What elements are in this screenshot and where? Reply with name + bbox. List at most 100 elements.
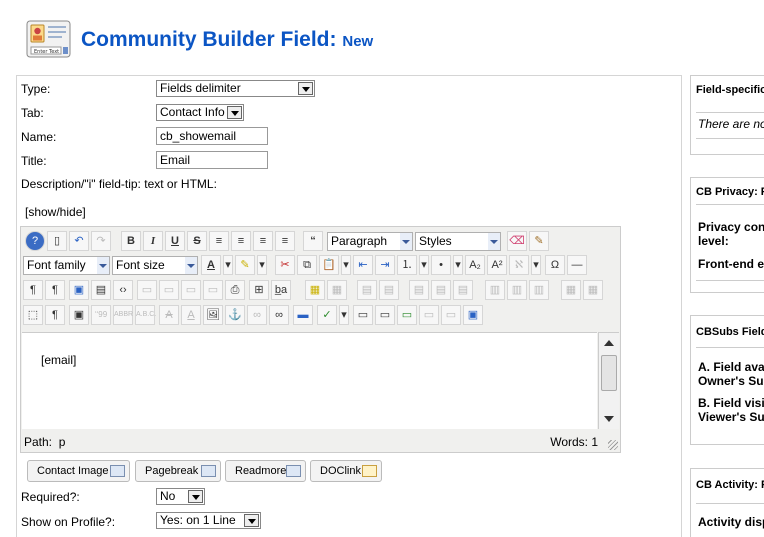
readmore-button[interactable]: Readmore bbox=[225, 460, 306, 482]
contact-image-button[interactable]: Contact Image bbox=[27, 460, 130, 482]
media-icon[interactable]: ▬ bbox=[293, 305, 313, 325]
insert-table-icon[interactable]: ▦ bbox=[305, 280, 325, 300]
align-right-icon[interactable]: ≡ bbox=[275, 231, 295, 251]
italic-icon[interactable]: I bbox=[143, 231, 163, 251]
name-input[interactable]: cb_showemail bbox=[156, 127, 268, 145]
chevron-down-icon[interactable]: ▾ bbox=[223, 255, 233, 275]
outdent-icon[interactable]: ⇤ bbox=[353, 255, 373, 275]
layer-icon[interactable]: ▣ bbox=[463, 305, 483, 325]
link-icon[interactable]: ∞ bbox=[269, 305, 289, 325]
type-select[interactable]: Fields delimiter bbox=[156, 80, 315, 97]
font-size-select[interactable]: Font size bbox=[112, 256, 198, 275]
cell-props-icon[interactable]: ▤ bbox=[431, 280, 451, 300]
undo-icon[interactable]: ↶ bbox=[69, 231, 89, 251]
editor-path-value[interactable]: p bbox=[59, 435, 66, 449]
merge-cell-icon[interactable]: ▦ bbox=[583, 280, 603, 300]
indent-icon[interactable]: ⇥ bbox=[375, 255, 395, 275]
insertion-icon[interactable]: A bbox=[181, 305, 201, 325]
insert-block-icon[interactable]: ▭ bbox=[397, 305, 417, 325]
bold-icon[interactable]: B bbox=[121, 231, 141, 251]
cut-icon[interactable]: ✂ bbox=[275, 255, 295, 275]
ltr-direction-icon[interactable]: ¶ bbox=[23, 280, 43, 300]
anchor-icon[interactable]: ⚓ bbox=[225, 305, 245, 325]
insert-div-icon[interactable]: ▭ bbox=[353, 305, 373, 325]
abbr-icon[interactable]: ABBR bbox=[113, 305, 133, 325]
chevron-down-icon[interactable]: ▾ bbox=[257, 255, 267, 275]
visual-aid-icon[interactable]: ⬚ bbox=[23, 305, 43, 325]
row-before-icon[interactable]: ▤ bbox=[357, 280, 377, 300]
styles-select[interactable]: Styles bbox=[415, 232, 501, 251]
deletion-icon[interactable]: A bbox=[159, 305, 179, 325]
template-icon[interactable]: ▭ bbox=[203, 280, 223, 300]
non-breaking-icon[interactable]: ▣ bbox=[69, 305, 89, 325]
new-document-icon[interactable]: ▯ bbox=[47, 231, 67, 251]
bullet-list-icon[interactable]: • bbox=[431, 255, 451, 275]
col-after-icon[interactable]: ▥ bbox=[507, 280, 527, 300]
replace-text-icon[interactable]: b̲a bbox=[271, 280, 291, 300]
rtl-direction-icon[interactable]: ¶ bbox=[45, 280, 65, 300]
underline-icon[interactable]: U bbox=[165, 231, 185, 251]
character-map-icon[interactable]: ℵ bbox=[509, 255, 529, 275]
chevron-down-icon[interactable]: ▾ bbox=[339, 305, 349, 325]
show-on-profile-select[interactable]: Yes: on 1 Line bbox=[156, 512, 261, 529]
required-select[interactable]: No bbox=[156, 488, 205, 505]
unlink-icon[interactable]: ∞ bbox=[247, 305, 267, 325]
chevron-down-icon[interactable]: ▾ bbox=[341, 255, 351, 275]
edit-layer-icon[interactable]: ▭ bbox=[159, 280, 179, 300]
special-character-icon[interactable]: Ω bbox=[545, 255, 565, 275]
numbered-list-icon[interactable]: ⒈ bbox=[397, 255, 417, 275]
title-input[interactable]: Email bbox=[156, 151, 268, 169]
align-center-icon[interactable]: ≡ bbox=[231, 231, 251, 251]
format-select[interactable]: Paragraph bbox=[327, 232, 413, 251]
editor-vertical-scrollbar[interactable] bbox=[598, 332, 619, 429]
paste-text-icon[interactable]: ▤ bbox=[91, 280, 111, 300]
delete-col-icon[interactable]: ▥ bbox=[529, 280, 549, 300]
spellcheck-icon[interactable]: ✓ bbox=[317, 305, 337, 325]
print-icon[interactable]: ⎙ bbox=[225, 280, 245, 300]
copy-icon[interactable]: ⧉ bbox=[297, 255, 317, 275]
font-family-select[interactable]: Font family bbox=[23, 256, 110, 275]
delete-table-icon[interactable]: ▦ bbox=[327, 280, 347, 300]
split-cell-icon[interactable]: ▦ bbox=[561, 280, 581, 300]
editor-content-area[interactable]: [email] bbox=[22, 332, 597, 429]
scroll-down-icon[interactable] bbox=[604, 416, 614, 422]
chevron-down-icon[interactable]: ▾ bbox=[531, 255, 541, 275]
strikethrough-icon[interactable]: S bbox=[187, 231, 207, 251]
superscript-icon[interactable]: A² bbox=[487, 255, 507, 275]
eraser-icon[interactable]: ⌫ bbox=[507, 231, 527, 251]
chevron-down-icon[interactable]: ▾ bbox=[419, 255, 429, 275]
highlight-color-icon[interactable]: ✎ bbox=[235, 255, 255, 275]
doclink-button[interactable]: DOClink bbox=[310, 460, 382, 482]
attribs-icon[interactable]: ▭ bbox=[441, 305, 461, 325]
scroll-up-icon[interactable] bbox=[604, 340, 614, 346]
resize-grip-icon[interactable] bbox=[608, 440, 618, 450]
show-hide-editor-link[interactable]: [show/hide] bbox=[25, 205, 86, 219]
acronym-icon[interactable]: A.B.C. bbox=[135, 305, 156, 325]
subscript-icon[interactable]: A₂ bbox=[465, 255, 485, 275]
insert-layer-icon[interactable]: ▭ bbox=[137, 280, 157, 300]
style-props-icon[interactable]: ▭ bbox=[419, 305, 439, 325]
html-source-icon[interactable]: ‹› bbox=[113, 280, 133, 300]
help-icon[interactable]: ? bbox=[25, 231, 45, 251]
chevron-down-icon[interactable]: ▾ bbox=[453, 255, 463, 275]
redo-icon[interactable]: ↷ bbox=[91, 231, 111, 251]
pagebreak-button[interactable]: Pagebreak bbox=[135, 460, 221, 482]
delete-row-icon[interactable]: ▤ bbox=[453, 280, 473, 300]
text-color-icon[interactable]: A bbox=[201, 255, 221, 275]
horizontal-rule-icon[interactable]: — bbox=[567, 255, 587, 275]
row-props-icon[interactable]: ▤ bbox=[409, 280, 429, 300]
fullscreen-icon[interactable]: ▣ bbox=[69, 280, 89, 300]
image-icon[interactable]: 🖼 bbox=[203, 305, 223, 325]
align-justify-icon[interactable]: ≡ bbox=[209, 231, 229, 251]
tab-select[interactable]: Contact Info bbox=[156, 104, 244, 121]
align-left-icon[interactable]: ≡ bbox=[253, 231, 273, 251]
row-after-icon[interactable]: ▤ bbox=[379, 280, 399, 300]
quote-icon[interactable]: ‘‘99 bbox=[91, 305, 111, 325]
paste-icon[interactable]: 📋 bbox=[319, 255, 339, 275]
show-blocks-icon[interactable]: ¶ bbox=[45, 305, 65, 325]
scroll-thumb[interactable] bbox=[601, 355, 617, 391]
cleanup-brush-icon[interactable]: ✎ bbox=[529, 231, 549, 251]
blockquote-icon[interactable]: “ bbox=[303, 231, 323, 251]
find-replace-icon[interactable]: ⊞ bbox=[249, 280, 269, 300]
preview-icon[interactable]: ▭ bbox=[181, 280, 201, 300]
